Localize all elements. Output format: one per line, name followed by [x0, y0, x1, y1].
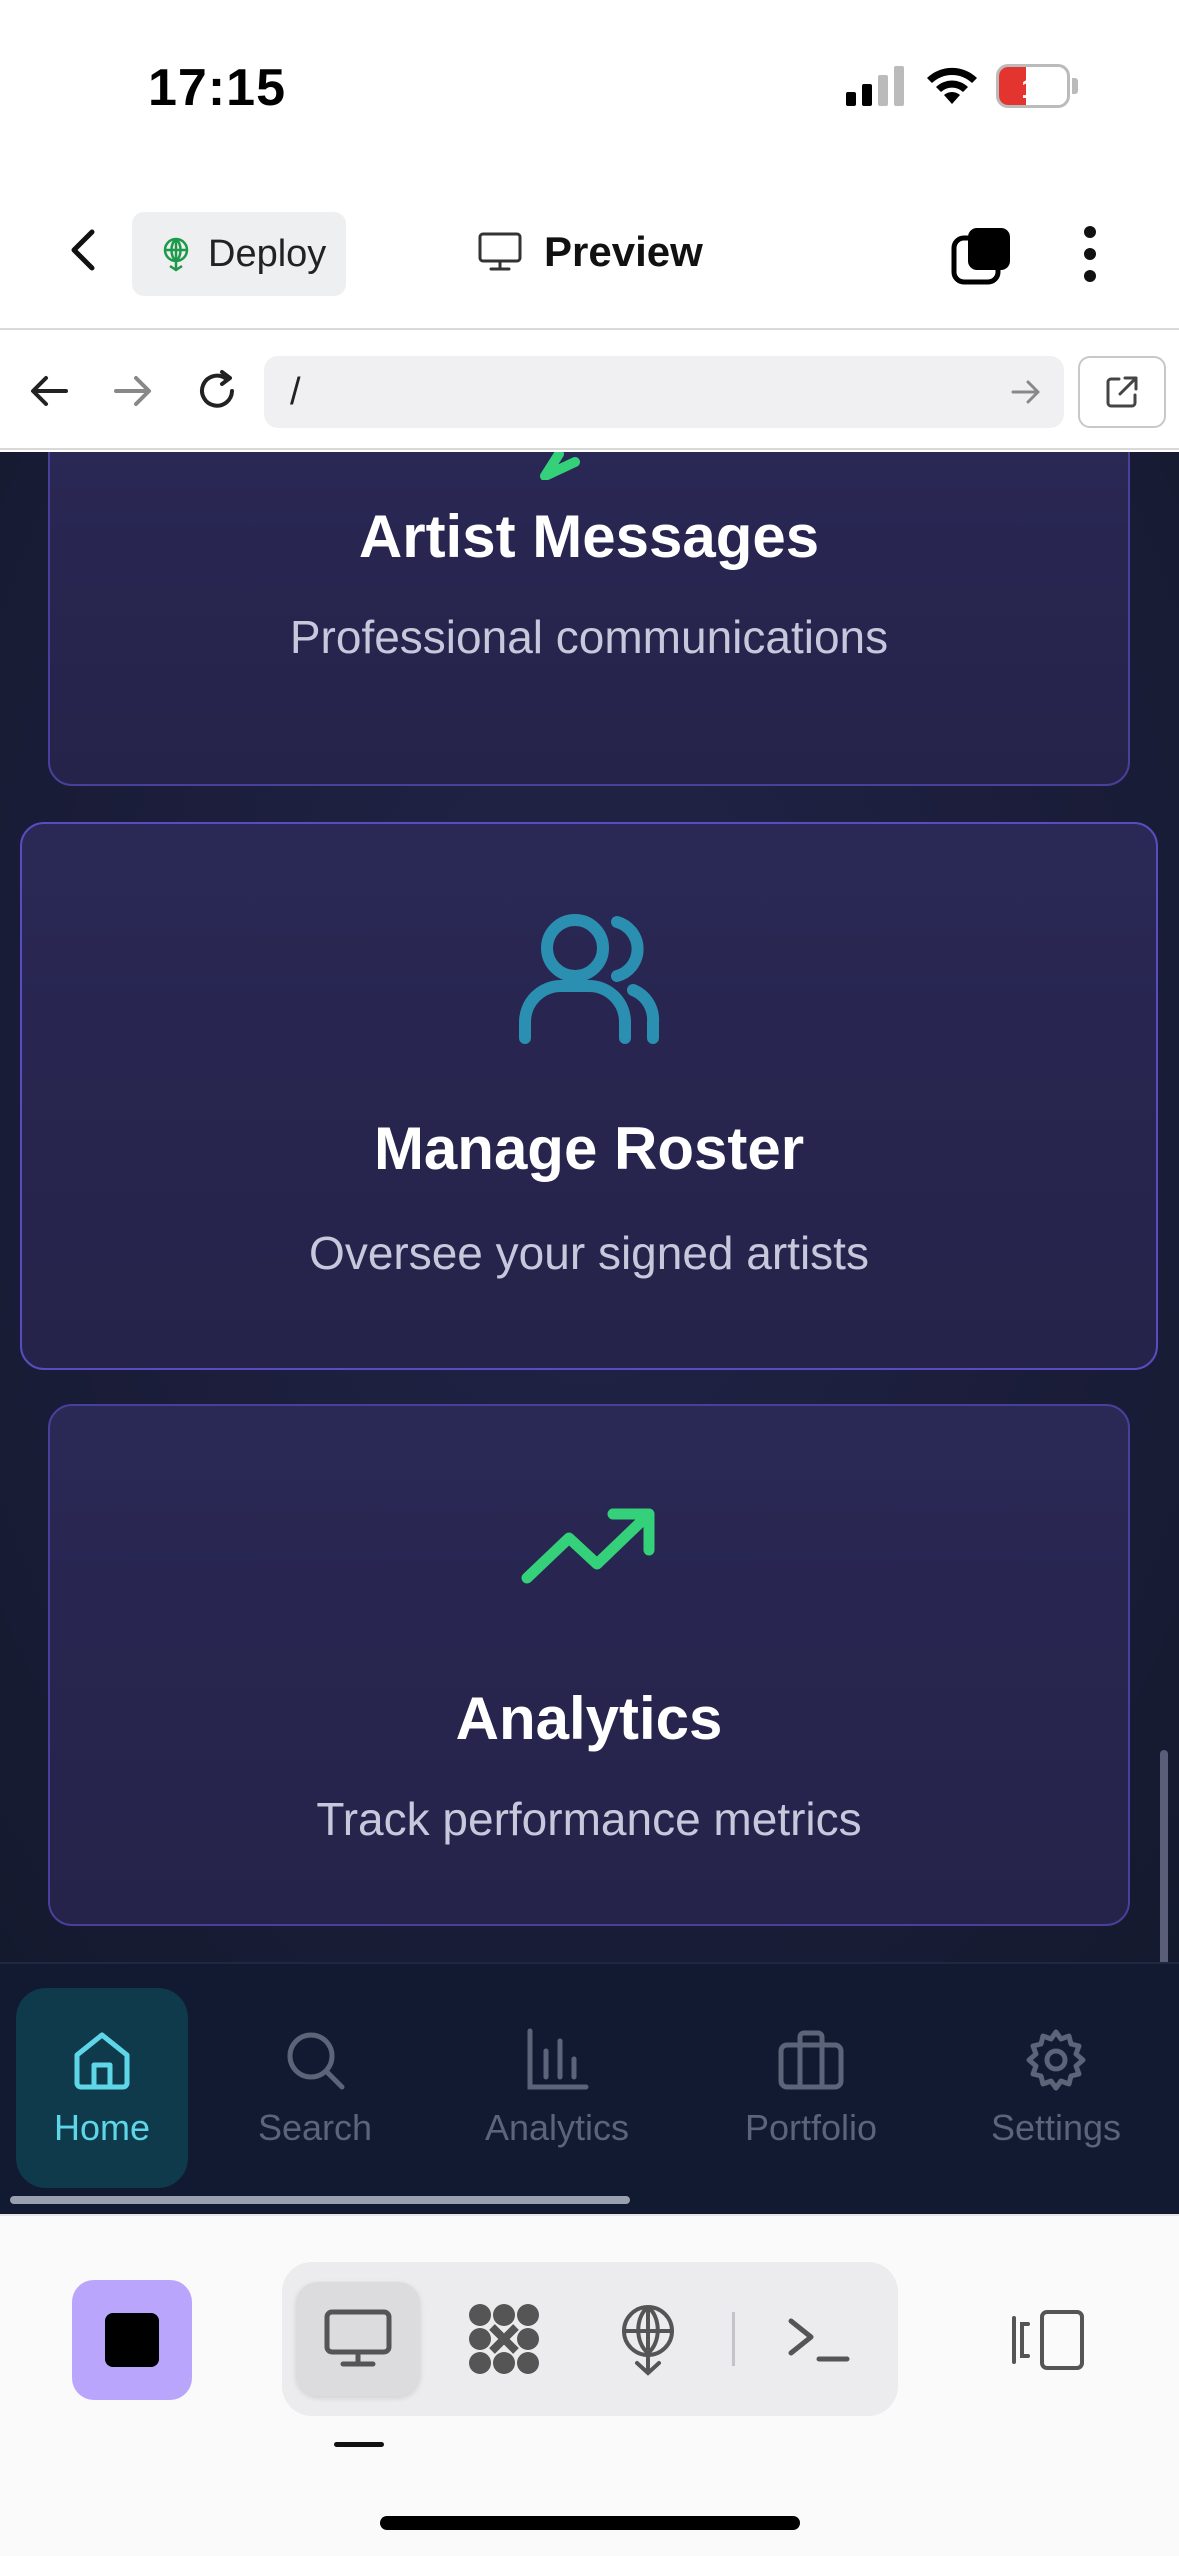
desktop-view-button[interactable]	[296, 2282, 420, 2396]
deploy-label: Deploy	[208, 232, 327, 275]
go-arrow-icon[interactable]	[1008, 374, 1044, 410]
terminal-view-button[interactable]	[756, 2282, 880, 2396]
tab-label: Settings	[990, 2107, 1122, 2148]
terminal-icon	[788, 2318, 850, 2362]
tab-label: Analytics	[484, 2107, 630, 2148]
desktop-icon	[324, 2309, 392, 2367]
network-view-button[interactable]	[442, 2282, 566, 2396]
deploy-button[interactable]: Deploy	[132, 212, 346, 296]
tab-portfolio[interactable]: Portfolio	[716, 1988, 906, 2188]
trending-up-icon	[521, 1508, 655, 1584]
home-indicator	[380, 2516, 800, 2530]
tab-home[interactable]: Home	[16, 1988, 188, 2188]
battery-level: 11	[1021, 73, 1051, 104]
bottom-tab-bar: Home Search Analytics Portfolio Settings	[0, 1962, 1179, 2214]
message-icon	[540, 452, 580, 480]
card-subtitle: Oversee your signed artists	[309, 1227, 869, 1279]
artist-messages-card[interactable]: Artist Messages Professional communicati…	[48, 452, 1130, 786]
users-icon	[519, 914, 660, 1044]
bar-chart-icon	[527, 2028, 589, 2090]
search-icon	[287, 2032, 345, 2090]
view-switcher	[282, 2262, 898, 2416]
segment-divider	[732, 2312, 735, 2366]
active-segment-indicator	[334, 2442, 384, 2447]
network-icon	[469, 2304, 539, 2374]
tab-search[interactable]: Search	[230, 1988, 400, 2188]
tab-settings[interactable]: Settings	[966, 1988, 1146, 2188]
deploy-icon	[622, 2305, 674, 2376]
browser-bar: /	[0, 332, 1179, 450]
preview-title[interactable]: Preview	[478, 222, 703, 282]
analytics-card[interactable]: Analytics Track performance metrics	[48, 1404, 1130, 1926]
settings-icon	[1026, 2029, 1086, 2091]
card-title: Manage Roster	[373, 1115, 805, 1182]
layers-icon[interactable]	[950, 224, 1014, 288]
web-viewport: Artist Messages Professional communicati…	[0, 452, 1179, 1962]
app-header: Deploy Preview	[0, 170, 1179, 330]
signal-icon	[846, 66, 904, 106]
bottom-toolbar	[0, 2214, 1179, 2556]
url-text: /	[290, 370, 301, 413]
tab-label: Search	[257, 2107, 373, 2148]
status-time: 17:15	[148, 59, 286, 117]
home-icon	[74, 2032, 130, 2090]
wifi-icon	[927, 67, 977, 104]
monitor-icon	[478, 232, 522, 271]
back-icon[interactable]	[56, 222, 112, 278]
preview-label: Preview	[544, 228, 703, 275]
briefcase-icon	[778, 2030, 844, 2090]
tab-label: Home	[53, 2107, 151, 2148]
stop-icon	[105, 2313, 159, 2367]
card-subtitle: Professional communications	[289, 611, 889, 663]
card-title: Artist Messages	[358, 503, 820, 570]
card-title: Analytics	[455, 1685, 723, 1752]
manage-roster-card[interactable]: Manage Roster Oversee your signed artist…	[20, 822, 1158, 1370]
external-link-icon	[1106, 376, 1138, 408]
tab-analytics[interactable]: Analytics	[462, 1988, 652, 2188]
arrow-left-icon[interactable]	[24, 366, 74, 416]
reload-icon[interactable]	[192, 366, 242, 416]
deploy-view-button[interactable]	[586, 2282, 710, 2396]
panel-toggle-icon[interactable]	[1006, 2308, 1090, 2372]
deploy-icon	[163, 237, 189, 272]
arrow-right-icon[interactable]	[108, 366, 158, 416]
horizontal-scrollbar[interactable]	[10, 2196, 630, 2204]
status-bar: 17:15 11	[0, 0, 1179, 170]
open-external-button[interactable]	[1078, 356, 1166, 428]
stop-button[interactable]	[72, 2280, 192, 2400]
url-input[interactable]: /	[264, 356, 1064, 428]
card-subtitle: Track performance metrics	[316, 1793, 862, 1845]
battery-icon: 11	[996, 64, 1078, 108]
more-vertical-icon[interactable]	[1070, 222, 1110, 286]
tab-label: Portfolio	[744, 2107, 878, 2148]
